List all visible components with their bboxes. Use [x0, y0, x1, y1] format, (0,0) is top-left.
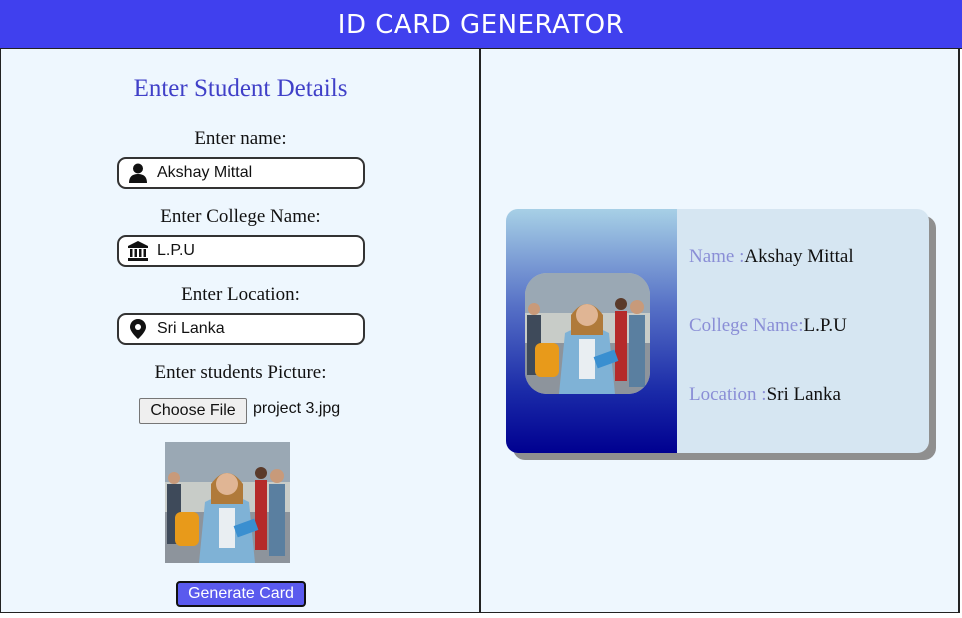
app-header: ID CARD GENERATOR: [0, 0, 962, 49]
card-name-row: Name :Akshay Mittal: [689, 246, 854, 268]
picture-label: Enter students Picture:: [154, 362, 327, 383]
college-label: Enter College Name:: [160, 206, 321, 227]
card-college-row: College Name:L.P.U: [689, 315, 847, 337]
card-college-value: L.P.U: [803, 315, 847, 336]
student-photo-preview: [165, 442, 290, 563]
card-name-value: Akshay Mittal: [744, 246, 854, 267]
college-input[interactable]: [157, 239, 357, 263]
card-location-value: Sri Lanka: [766, 384, 841, 405]
college-field[interactable]: [117, 235, 365, 267]
id-card: Name :Akshay Mittal College Name:L.P.U L…: [506, 209, 929, 453]
card-name-key: Name :: [689, 246, 745, 267]
generate-card-button[interactable]: Generate Card: [176, 581, 306, 607]
card-location-row: Location :Sri Lanka: [689, 384, 841, 406]
selected-file-name: project 3.jpg: [253, 400, 341, 417]
app-title: ID CARD GENERATOR: [337, 10, 625, 40]
student-form-panel: Enter Student Details Enter name: Enter …: [0, 49, 481, 613]
card-photo-strip: [506, 209, 677, 453]
card-location-key: Location :: [689, 384, 767, 405]
map-pin-icon: [130, 319, 146, 339]
name-input[interactable]: [157, 161, 357, 185]
location-label: Enter Location:: [181, 284, 300, 305]
card-student-photo: [525, 273, 650, 394]
card-college-key: College Name:: [689, 315, 804, 336]
location-input[interactable]: [157, 317, 357, 341]
form-title: Enter Student Details: [133, 75, 348, 102]
bank-icon: [128, 241, 148, 261]
name-label: Enter name:: [194, 128, 287, 149]
name-field[interactable]: [117, 157, 365, 189]
person-icon: [129, 163, 147, 183]
choose-file-button[interactable]: Choose File: [139, 398, 247, 424]
location-field[interactable]: [117, 313, 365, 345]
